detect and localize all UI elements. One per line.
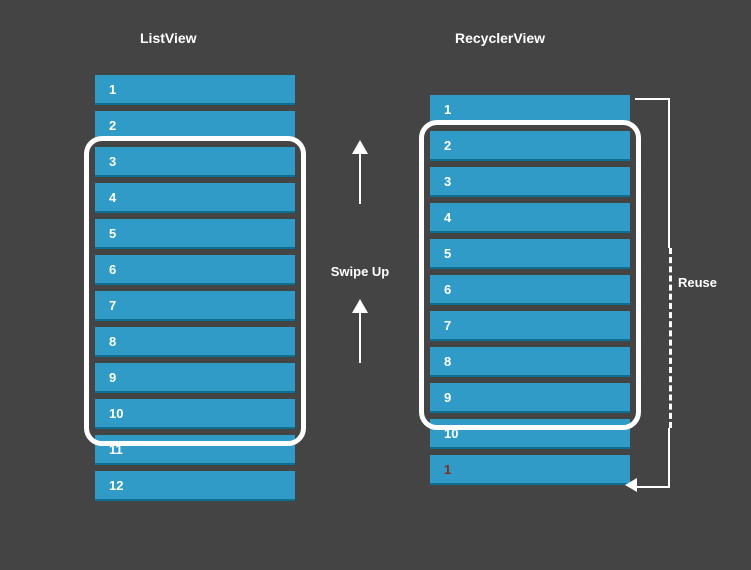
list-item: 9 xyxy=(430,383,630,413)
list-item: 7 xyxy=(430,311,630,341)
arrow-up-icon xyxy=(352,299,368,313)
list-item: 5 xyxy=(95,219,295,249)
arrow-shaft xyxy=(359,313,361,363)
arrow-shaft xyxy=(359,154,361,204)
reuse-arrow-path xyxy=(635,98,670,488)
list-item-reused: 1 xyxy=(430,455,630,485)
swipe-up-label: Swipe Up xyxy=(320,264,400,279)
list-item: 1 xyxy=(95,75,295,105)
list-item: 8 xyxy=(95,327,295,357)
list-item: 7 xyxy=(95,291,295,321)
recyclerview-column: 1 2 3 4 5 6 7 8 9 10 1 xyxy=(430,95,630,491)
list-item: 6 xyxy=(95,255,295,285)
list-item: 12 xyxy=(95,471,295,501)
list-item: 11 xyxy=(95,435,295,465)
list-item: 10 xyxy=(430,419,630,449)
list-item: 1 xyxy=(430,95,630,125)
swipe-up-indicator: Swipe Up xyxy=(320,140,400,363)
list-item: 3 xyxy=(95,147,295,177)
listview-title: ListView xyxy=(140,30,197,46)
reuse-label: Reuse xyxy=(678,275,717,290)
list-item: 2 xyxy=(95,111,295,141)
recyclerview-title: RecyclerView xyxy=(455,30,545,46)
list-item: 5 xyxy=(430,239,630,269)
list-item: 6 xyxy=(430,275,630,305)
arrow-up-icon xyxy=(352,140,368,154)
list-item: 4 xyxy=(430,203,630,233)
list-item: 3 xyxy=(430,167,630,197)
list-item: 10 xyxy=(95,399,295,429)
list-item: 4 xyxy=(95,183,295,213)
list-item: 9 xyxy=(95,363,295,393)
list-item: 2 xyxy=(430,131,630,161)
arrow-left-icon xyxy=(625,478,637,492)
listview-column: 1 2 3 4 5 6 7 8 9 10 11 12 xyxy=(95,75,295,507)
list-item: 8 xyxy=(430,347,630,377)
